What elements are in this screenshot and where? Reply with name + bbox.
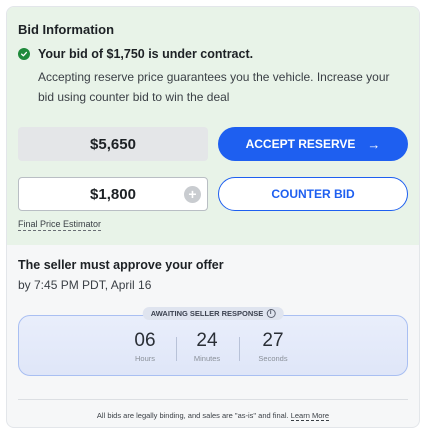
info-icon[interactable]: i bbox=[266, 309, 276, 318]
timer-seconds-label: Seconds bbox=[258, 354, 288, 363]
counter-bid-button[interactable]: COUNTER BID bbox=[218, 177, 408, 211]
final-price-estimator-link[interactable]: Final Price Estimator bbox=[18, 219, 102, 231]
arrow-right-icon: → bbox=[367, 136, 381, 152]
check-circle-icon bbox=[18, 48, 30, 60]
bid-information-card: Bid Information Your bid of $1,750 is un… bbox=[6, 6, 420, 428]
timer-minutes: 24 Minutes bbox=[177, 330, 237, 364]
timer-minutes-label: Minutes bbox=[193, 354, 221, 363]
counter-bid-label: COUNTER BID bbox=[271, 187, 355, 201]
accept-reserve-button[interactable]: ACCEPT RESERVE → bbox=[218, 127, 408, 161]
awaiting-response-badge: AWAITING SELLER RESPONSE i bbox=[142, 307, 284, 320]
counter-bid-input[interactable]: $1,800 + bbox=[18, 177, 208, 211]
learn-more-link[interactable]: Learn More bbox=[290, 411, 330, 421]
timer-seconds-value: 27 bbox=[262, 330, 284, 351]
timer-minutes-value: 24 bbox=[196, 330, 218, 351]
badge-label: AWAITING SELLER RESPONSE bbox=[150, 309, 264, 318]
footer-divider bbox=[18, 399, 408, 400]
timer-seconds: 27 Seconds bbox=[243, 330, 303, 364]
accept-reserve-label: ACCEPT RESERVE bbox=[245, 137, 356, 151]
timer-divider bbox=[239, 337, 240, 361]
panel-title: Bid Information bbox=[18, 22, 115, 37]
reserve-price: $5,650 bbox=[18, 127, 208, 161]
status-description: Accepting reserve price guarantees you t… bbox=[38, 70, 390, 104]
approval-title: The seller must approve your offer bbox=[18, 258, 224, 272]
plus-icon[interactable]: + bbox=[184, 186, 201, 203]
timer-hours-label: Hours bbox=[134, 354, 155, 363]
timer-hours-value: 06 bbox=[134, 330, 156, 351]
approval-deadline: by 7:45 PM PDT, April 16 bbox=[18, 278, 152, 292]
timer-hours: 06 Hours bbox=[115, 330, 175, 364]
counter-bid-value: $1,800 bbox=[90, 185, 136, 203]
legal-text: All bids are legally binding, and sales … bbox=[96, 411, 289, 420]
legal-footer: All bids are legally binding, and sales … bbox=[7, 411, 419, 421]
status-headline: Your bid of $1,750 is under contract. bbox=[38, 47, 254, 61]
bid-information-panel: Bid Information Your bid of $1,750 is un… bbox=[7, 7, 419, 245]
